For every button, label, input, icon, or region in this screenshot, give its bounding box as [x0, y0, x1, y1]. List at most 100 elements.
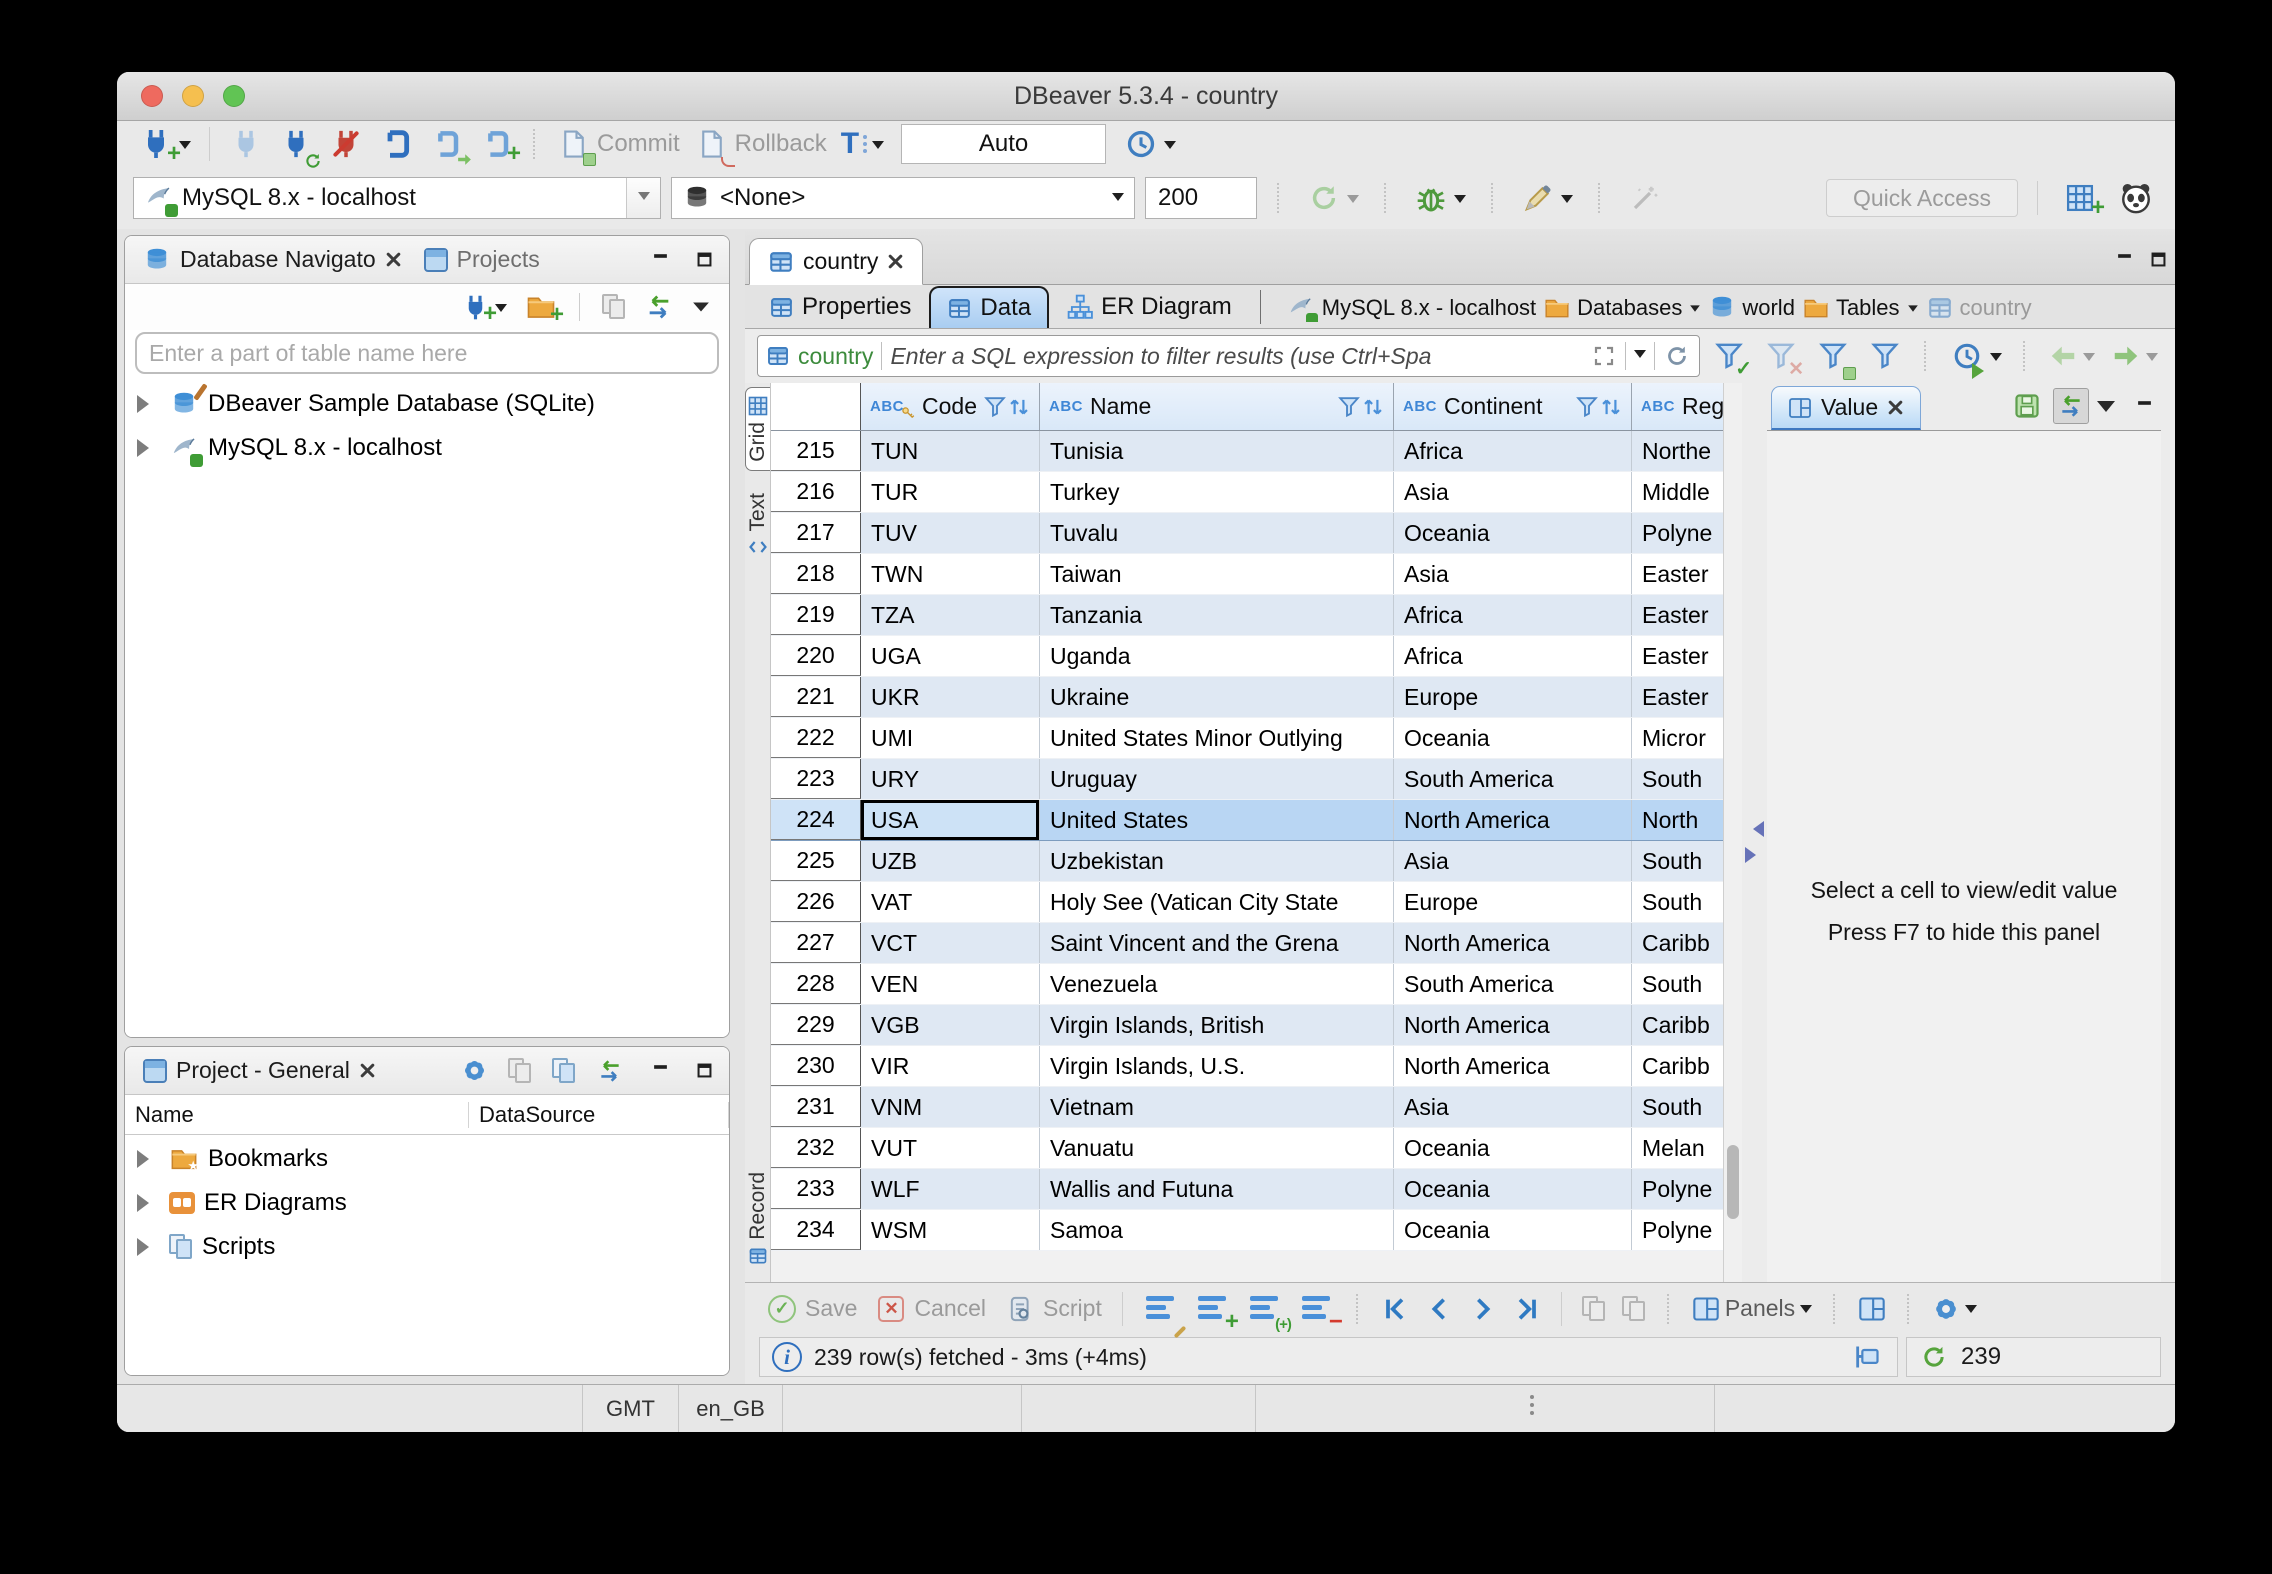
tree-item-bookmarks[interactable]: Bookmarks — [125, 1137, 729, 1181]
custom-filter-button[interactable] — [1862, 336, 1908, 376]
cell-continent[interactable]: North America — [1394, 1046, 1632, 1086]
filter-funnel-icon[interactable] — [1576, 396, 1598, 418]
previous-row-button[interactable] — [1420, 1293, 1458, 1325]
transaction-mode-button[interactable] — [836, 125, 889, 163]
fetch-size-input[interactable] — [1145, 177, 1257, 219]
cell-name[interactable]: United States — [1040, 800, 1394, 840]
table-row[interactable]: 230 VIR Virgin Islands, U.S. North America C… — [771, 1046, 1723, 1087]
column-header-code[interactable]: ABC Code — [861, 383, 1040, 430]
maximize-view-button[interactable] — [691, 247, 717, 273]
transaction-log-button[interactable] — [1118, 124, 1181, 164]
table-row[interactable]: 222 UMI United States Minor Outlying Oceani… — [771, 718, 1723, 759]
cell-region[interactable]: Micror — [1632, 718, 1723, 758]
new-connection-button[interactable] — [133, 124, 196, 164]
cell-continent[interactable]: Asia — [1394, 1087, 1632, 1127]
new-sql-editor-button[interactable] — [473, 124, 519, 164]
cell-code[interactable]: URY — [861, 759, 1040, 799]
column-header-continent[interactable]: ABC Continent — [1394, 383, 1632, 430]
project-settings-button[interactable] — [456, 1055, 493, 1086]
column-header-region[interactable]: ABC Reg — [1632, 383, 1723, 430]
link-with-editor-button[interactable] — [639, 290, 679, 324]
calc-panel-button[interactable] — [1853, 1293, 1891, 1325]
cell-num[interactable]: 217 — [771, 513, 861, 553]
grid-settings-button[interactable] — [1927, 1293, 1982, 1325]
cell-name[interactable]: Tuvalu — [1040, 513, 1394, 553]
remove-filter-button[interactable]: ✕ — [1758, 336, 1804, 380]
perspective-button[interactable] — [2057, 178, 2103, 218]
tab-er-diagram[interactable]: ER Diagram — [1051, 286, 1248, 328]
tab-grid[interactable]: Grid — [745, 387, 770, 471]
sort-icon[interactable] — [1362, 396, 1384, 418]
close-icon[interactable] — [385, 251, 402, 268]
breadcrumb-world[interactable]: world — [1709, 295, 1795, 321]
table-row[interactable]: 217 TUV Tuvalu Oceania Polyne — [771, 513, 1723, 554]
expand-all-button[interactable] — [547, 1056, 581, 1086]
collapse-right-icon[interactable] — [1745, 847, 1764, 863]
cell-name[interactable]: Uganda — [1040, 636, 1394, 676]
cell-num[interactable]: 222 — [771, 718, 861, 758]
cell-region[interactable]: Easter — [1632, 677, 1723, 717]
zoom-window-button[interactable] — [223, 85, 245, 107]
cell-continent[interactable]: North America — [1394, 800, 1632, 840]
scrollbar-thumb[interactable] — [1727, 1145, 1739, 1219]
open-sql-editor-button[interactable] — [423, 124, 469, 164]
table-filter-input[interactable] — [149, 339, 705, 367]
connection-dropdown-button[interactable] — [626, 178, 660, 218]
cell-name[interactable]: Vietnam — [1040, 1087, 1394, 1127]
cell-code[interactable]: TZA — [861, 595, 1040, 635]
cell-code[interactable]: USA — [861, 800, 1040, 840]
maximize-view-button[interactable] — [691, 1058, 717, 1084]
cell-continent[interactable]: South America — [1394, 964, 1632, 1004]
tab-record[interactable]: Record — [745, 1164, 770, 1274]
cell-code[interactable]: UGA — [861, 636, 1040, 676]
cell-num[interactable]: 230 — [771, 1046, 861, 1086]
cell-code[interactable]: TUN — [861, 431, 1040, 471]
cell-continent[interactable]: Africa — [1394, 595, 1632, 635]
tab-properties[interactable]: Properties — [753, 286, 927, 328]
tree-item-mysql[interactable]: MySQL 8.x - localhost — [125, 426, 729, 470]
table-row[interactable]: 216 TUR Turkey Asia Middle — [771, 472, 1723, 513]
grid-vertical-scrollbar[interactable] — [1723, 383, 1742, 1282]
expand-chevron-icon[interactable] — [137, 395, 158, 413]
nav-back-button[interactable] — [2043, 339, 2100, 373]
delete-row-button[interactable] — [1294, 1289, 1340, 1329]
script-button[interactable]: Script — [997, 1289, 1107, 1329]
cell-region[interactable]: Polyne — [1632, 513, 1723, 553]
cell-region[interactable]: Caribb — [1632, 923, 1723, 963]
cell-continent[interactable]: North America — [1394, 923, 1632, 963]
nav-forward-button[interactable] — [2106, 339, 2163, 373]
cell-region[interactable]: South — [1632, 759, 1723, 799]
cell-name[interactable]: Holy See (Vatican City State — [1040, 882, 1394, 922]
close-icon[interactable] — [359, 1062, 376, 1079]
table-row[interactable]: 220 UGA Uganda Africa Easter — [771, 636, 1723, 677]
tree-item-er-diagrams[interactable]: ER Diagrams — [125, 1181, 729, 1225]
close-icon[interactable] — [887, 253, 904, 270]
apply-filter-button[interactable]: ✓ — [1706, 336, 1752, 380]
column-header-name[interactable]: ABC Name — [1040, 383, 1394, 430]
disconnect-button[interactable] — [323, 124, 369, 164]
breadcrumb-databases[interactable]: Databases — [1544, 295, 1701, 321]
view-menu-icon[interactable] — [2097, 400, 2115, 421]
refresh-icon[interactable] — [1663, 342, 1691, 370]
sync-parameters-button[interactable] — [1301, 178, 1364, 218]
dbeaver-logo-button[interactable] — [2113, 178, 2159, 218]
new-folder-button[interactable] — [520, 289, 562, 325]
tab-project-general[interactable]: Project - General — [137, 1047, 382, 1094]
cell-region[interactable]: Polyne — [1632, 1210, 1723, 1250]
transaction-mode-select[interactable]: Auto — [901, 124, 1107, 164]
reconnect-button[interactable] — [273, 124, 319, 164]
cell-continent[interactable]: Oceania — [1394, 513, 1632, 553]
table-row[interactable]: 228 VEN Venezuela South America South — [771, 964, 1723, 1005]
collapse-all-button[interactable] — [503, 1056, 537, 1086]
table-row[interactable]: 232 VUT Vanuatu Oceania Melan — [771, 1128, 1723, 1169]
cell-region[interactable]: South — [1632, 882, 1723, 922]
filter-funnel-icon[interactable] — [1338, 396, 1360, 418]
cell-name[interactable]: Ukraine — [1040, 677, 1394, 717]
cell-region[interactable]: South — [1632, 1087, 1723, 1127]
table-row[interactable]: 221 UKR Ukraine Europe Easter — [771, 677, 1723, 718]
new-connection-small-button[interactable] — [455, 290, 512, 324]
cell-continent[interactable]: North America — [1394, 1005, 1632, 1045]
cell-num[interactable]: 233 — [771, 1169, 861, 1209]
cell-continent[interactable]: South America — [1394, 759, 1632, 799]
cell-continent[interactable]: Europe — [1394, 677, 1632, 717]
